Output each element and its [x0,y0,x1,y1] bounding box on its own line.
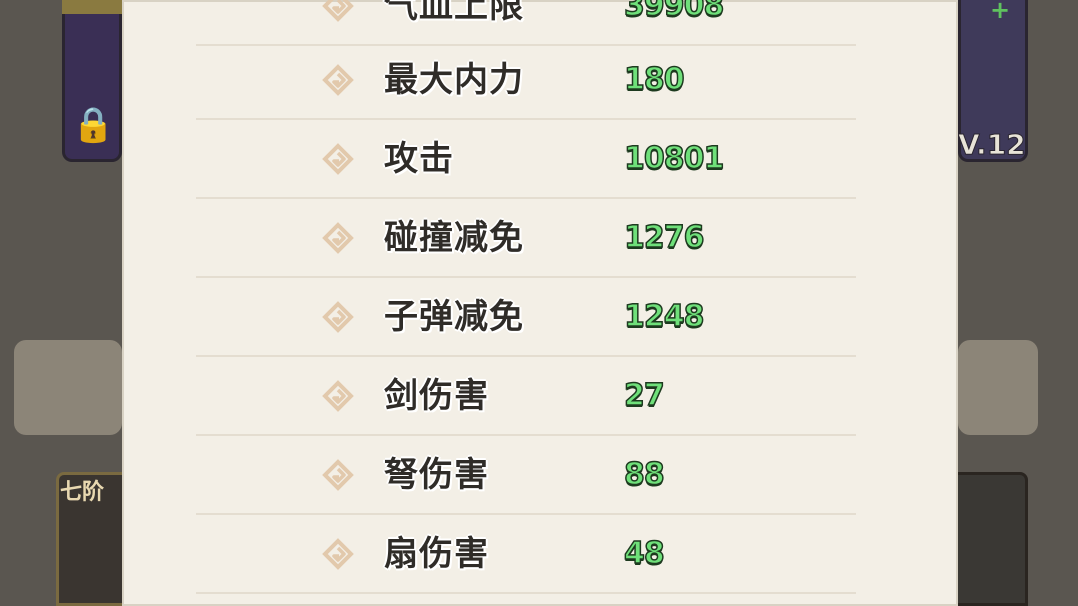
stat-row: 弩伤害 88 [122,435,958,515]
stat-row: 攻击 10801 [122,119,958,199]
stat-bullet-icon [322,143,354,175]
stat-bullet-icon [322,538,354,570]
stat-value: 27 [623,377,665,414]
stat-row: 子弹减免 1248 [122,277,958,357]
background-button-left [14,340,122,435]
stat-label: 最大内力 [384,60,524,100]
plus-icon: + [989,0,1011,24]
card-title-strip [62,0,122,14]
stat-label: 碰撞减免 [384,218,524,258]
stat-row: 碰撞减免 1276 [122,198,958,278]
stat-value: 1276 [623,219,705,256]
stat-value: 180 [623,61,685,98]
stat-bullet-icon [322,380,354,412]
item-level: V.12 [958,128,1027,162]
equipment-slot-right [958,472,1028,606]
stat-row: 剑伤害 27 [122,356,958,436]
background-button-right [958,340,1038,435]
stat-bullet-icon [322,459,354,491]
stat-value: 88 [623,456,665,493]
stat-bullet-icon [322,222,354,254]
stat-label: 子弹减免 [384,297,524,337]
stat-bullet-icon [322,301,354,333]
stat-value: 48 [623,535,665,572]
stats-panel[interactable]: 气血上限 39908 最大内力 180 攻击 10801 碰撞减免 1276 子… [122,0,958,606]
stat-label: 攻击 [384,139,454,179]
game-screen: 🔒 + V.12 七阶 气血上限 39908 最大内力 180 攻击 10801… [0,0,1078,606]
stat-value: 10801 [623,140,725,177]
stat-row: 最大内力 180 [122,40,958,120]
equipment-slot-label: 七阶 [60,480,105,505]
stat-value: 1248 [623,298,705,335]
lock-icon: 🔒 [72,105,115,145]
stat-label: 扇伤害 [384,534,489,574]
stat-row: 扇伤害 48 [122,514,958,594]
row-divider [196,592,856,594]
stat-label: 剑伤害 [384,376,489,416]
stat-bullet-icon [322,64,354,96]
stat-bullet-icon [322,0,354,22]
stat-label: 弩伤害 [384,455,489,495]
